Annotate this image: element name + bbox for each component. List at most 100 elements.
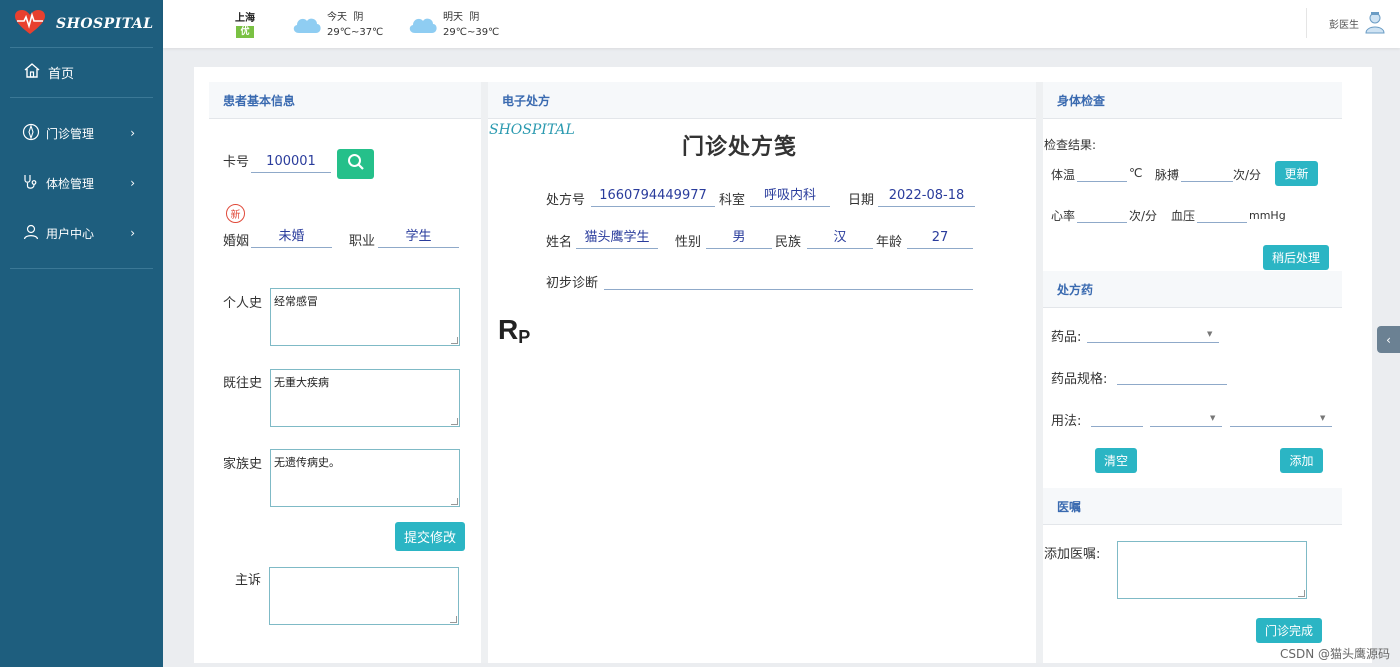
nav-home[interactable]: 首页 — [10, 48, 153, 98]
dept-field: 呼吸内科 — [750, 187, 830, 207]
drug-spec-input[interactable] — [1117, 367, 1227, 385]
collapse-panel-tab[interactable]: ‹ — [1377, 326, 1400, 353]
resize-grip[interactable] — [451, 498, 458, 505]
past-history-text: 无重大疾病 — [274, 376, 329, 389]
usage-select-3[interactable] — [1230, 409, 1332, 427]
patient-panel: 患者基本信息 卡号 100001 新 婚姻 未婚 职业 学生 个人史 经常感冒 … — [209, 82, 481, 663]
job-field[interactable]: 学生 — [378, 228, 459, 248]
drug-section-title: 处方药 — [1043, 271, 1342, 308]
heart-rate-input[interactable] — [1077, 205, 1127, 223]
resize-grip[interactable] — [451, 337, 458, 344]
usage-select-1[interactable] — [1091, 409, 1143, 427]
heart-rate-unit: 次/分 — [1129, 209, 1158, 223]
today-label: 今天 — [327, 12, 347, 23]
marital-field[interactable]: 未婚 — [251, 228, 332, 248]
patient-panel-title: 患者基本信息 — [209, 82, 481, 119]
search-button[interactable] — [337, 149, 374, 179]
temperature-unit: ℃ — [1129, 166, 1143, 180]
cloud-icon — [407, 13, 439, 38]
family-history-text: 无遗传病史。 — [274, 456, 340, 469]
drug-label: 药品: — [1051, 330, 1082, 345]
panel-divider-right[interactable] — [1036, 82, 1043, 663]
tomorrow-weather: 阴 — [469, 12, 480, 23]
family-history-input[interactable]: 无遗传病史。 — [270, 449, 460, 507]
nav-group: 门诊管理 › 体检管理 › 用户中心 › — [10, 98, 153, 269]
stethoscope-icon — [22, 173, 40, 194]
job-label: 职业 — [349, 234, 376, 249]
nav-item-physical[interactable]: 体检管理 › — [10, 158, 153, 208]
patient-name-label: 姓名 — [546, 235, 573, 250]
chevron-right-icon: › — [130, 226, 135, 240]
diagnosis-field[interactable] — [604, 270, 973, 290]
panel-divider-left[interactable] — [481, 82, 488, 663]
exam-result-label: 检查结果: — [1044, 138, 1097, 152]
drug-spec-label: 药品规格: — [1051, 372, 1108, 387]
resize-grip[interactable] — [451, 418, 458, 425]
blood-pressure-unit: mmHg — [1249, 209, 1286, 222]
today-weather: 阴 — [353, 12, 364, 23]
nav-item-clinic[interactable]: 门诊管理 › — [10, 108, 153, 158]
new-patient-badge: 新 — [226, 204, 245, 223]
rp-sub: P — [518, 327, 531, 347]
prescription-panel: 电子处方 SHOSPITAL 门诊处方笺 处方号 1660794449977 科… — [488, 82, 1036, 663]
header-separator — [1306, 8, 1307, 38]
weather-tomorrow: 明天 阴 29℃~39℃ — [407, 10, 499, 40]
rp-symbol: RP — [498, 314, 530, 348]
past-history-input[interactable]: 无重大疾病 — [270, 369, 460, 427]
personal-history-label: 个人史 — [223, 296, 263, 311]
user-name: 彭医生 — [1329, 20, 1359, 31]
logo-text: SHOSPITAL — [56, 15, 154, 32]
pulse-input[interactable] — [1181, 164, 1233, 182]
nav-item-user-center[interactable]: 用户中心 › — [10, 208, 153, 258]
nav-item-clinic-label: 门诊管理 — [46, 126, 95, 141]
card-number-field[interactable]: 100001 — [251, 153, 331, 173]
chevron-right-icon: › — [130, 176, 135, 190]
advice-section-title: 医嘱 — [1043, 488, 1342, 525]
chevron-left-icon: ‹ — [1386, 332, 1391, 347]
dropdown-arrow-icon: ▼ — [1207, 330, 1213, 338]
temperature-input[interactable] — [1077, 164, 1127, 182]
advice-input[interactable] — [1117, 541, 1307, 599]
logo: SHOSPITAL — [10, 0, 153, 48]
user-icon — [22, 223, 40, 244]
temperature-label: 体温 — [1051, 168, 1076, 182]
home-icon — [24, 63, 40, 82]
update-button[interactable]: 更新 — [1275, 161, 1318, 186]
sex-field: 男 — [706, 229, 772, 249]
resize-grip[interactable] — [450, 616, 457, 623]
past-history-label: 既往史 — [223, 376, 263, 391]
personal-history-input[interactable]: 经常感冒 — [270, 288, 460, 346]
user-menu[interactable]: 彭医生 — [1329, 10, 1386, 37]
usage-label: 用法: — [1051, 414, 1082, 429]
nav-item-physical-label: 体检管理 — [46, 176, 95, 191]
rp-main: R — [498, 314, 519, 345]
clear-button[interactable]: 清空 — [1095, 448, 1137, 473]
top-header: 上海 优 今天 阴 29℃~37℃ 明天 阴 29℃~39℃ 彭医生 — [163, 0, 1400, 48]
pulse-label: 脉搏 — [1155, 168, 1180, 182]
blood-pressure-input[interactable] — [1197, 205, 1247, 223]
complete-visit-button[interactable]: 门诊完成 — [1256, 618, 1322, 643]
complaint-label: 主诉 — [235, 573, 262, 588]
nav-item-user-center-label: 用户中心 — [46, 226, 95, 241]
compass-icon — [22, 123, 40, 144]
patient-name-field: 猫头鹰学生 — [576, 229, 658, 249]
resize-grip[interactable] — [1298, 590, 1305, 597]
family-history-label: 家族史 — [223, 457, 263, 472]
exam-panel-title: 身体检查 — [1043, 82, 1342, 119]
drug-select[interactable] — [1087, 325, 1219, 343]
exam-panel: 身体检查 检查结果: 体温 ℃ 脉搏 次/分 更新 心率 次/分 血压 mmHg… — [1043, 82, 1342, 663]
add-drug-button[interactable]: 添加 — [1280, 448, 1323, 473]
nation-field: 汉 — [807, 229, 873, 249]
date-label: 日期 — [848, 193, 875, 208]
process-later-button[interactable]: 稍后处理 — [1263, 245, 1329, 270]
heart-pulse-icon — [14, 9, 46, 39]
submit-changes-button[interactable]: 提交修改 — [395, 522, 465, 551]
today-temp: 29℃~37℃ — [327, 27, 384, 38]
sex-label: 性别 — [675, 235, 702, 250]
complaint-input[interactable] — [269, 567, 459, 625]
pulse-unit: 次/分 — [1233, 168, 1262, 182]
heart-rate-label: 心率 — [1051, 209, 1076, 223]
diagnosis-label: 初步诊断 — [546, 276, 599, 291]
sidebar: SHOSPITAL 首页 门诊管理 › 体检管理 › 用户中心 › — [0, 0, 163, 667]
prescription-heading: 门诊处方笺 — [682, 135, 798, 160]
